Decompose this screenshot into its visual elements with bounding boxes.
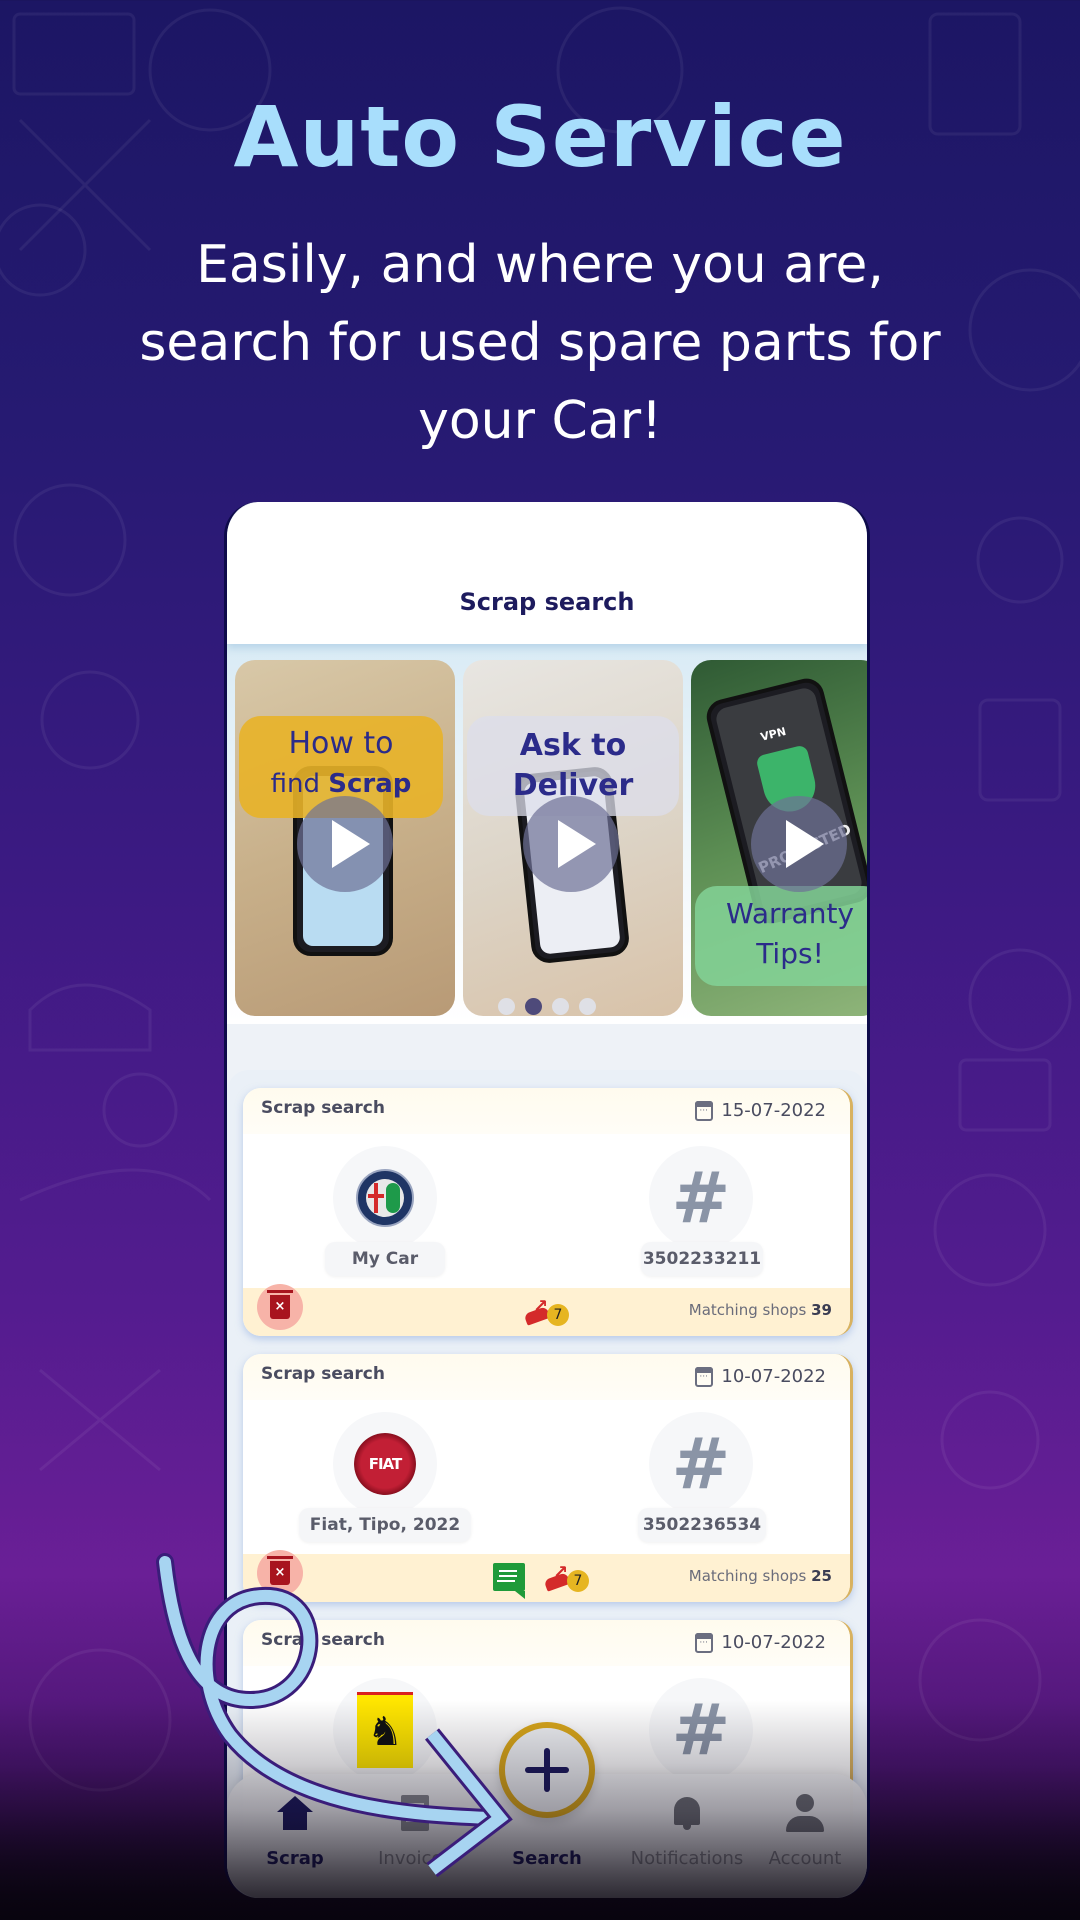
hash-icon: # — [671, 1689, 731, 1771]
play-icon[interactable] — [751, 796, 847, 892]
card-date: 10-07-2022 — [695, 1366, 826, 1387]
hash-icon: # — [671, 1157, 731, 1239]
pagination-dot-active[interactable] — [525, 998, 542, 1015]
vehicle-bubble[interactable]: FIAT — [333, 1412, 437, 1516]
page-title: Scrap search — [459, 588, 635, 616]
play-icon[interactable] — [297, 796, 393, 892]
new-search-button[interactable] — [499, 1722, 595, 1818]
matching-shops: Matching shops 25 — [689, 1567, 832, 1585]
slide-label-text: find — [270, 769, 329, 799]
message-icon[interactable] — [493, 1563, 525, 1599]
card-title: Scrap search — [261, 1364, 385, 1384]
part-number-bubble: # — [649, 1146, 753, 1250]
bell-icon — [671, 1795, 703, 1831]
trash-icon: × — [267, 1290, 293, 1319]
nav-item-scrap[interactable]: Scrap — [235, 1792, 355, 1869]
slide-label-line: Ask to — [519, 728, 627, 763]
play-icon[interactable] — [523, 796, 619, 892]
card-date: 15-07-2022 — [695, 1100, 826, 1121]
nav-item-invoices[interactable]: Invoices — [355, 1792, 475, 1869]
card-actions: ↗ 7 — [523, 1296, 569, 1326]
matching-shops: Matching shops 39 — [689, 1301, 832, 1319]
invoice-icon — [401, 1795, 429, 1831]
part-number-bubble: # — [649, 1678, 753, 1782]
part-number: 3502236534 — [638, 1508, 766, 1542]
nav-item-notifications[interactable]: Notifications — [617, 1792, 757, 1869]
nav-label: Notifications — [630, 1848, 744, 1869]
phone-mockup: Scrap search How to find Scrap Ask to De… — [224, 502, 870, 1898]
card-title: Scrap search — [261, 1630, 385, 1650]
delete-button[interactable]: × — [257, 1550, 303, 1596]
user-icon — [786, 1794, 824, 1832]
calendar-icon — [695, 1366, 714, 1387]
ferrari-logo-icon: ♞ — [357, 1692, 413, 1768]
hero-subtitle-line: your Car! — [418, 391, 662, 451]
card-header: Scrap search 10-07-2022 — [243, 1620, 850, 1666]
card-date: 10-07-2022 — [695, 1632, 826, 1653]
calendar-icon — [695, 1632, 714, 1653]
vehicle-label: My Car — [325, 1242, 445, 1276]
trash-icon: × — [267, 1556, 293, 1585]
part-number-bubble: # — [649, 1412, 753, 1516]
carousel-slide-warranty-tips[interactable]: VPN PROTECTED Warranty Tips! — [691, 660, 867, 1016]
card-actions: ↗ 7 — [493, 1562, 589, 1599]
missed-call-badge: 7 — [547, 1304, 569, 1326]
nav-label: Search — [512, 1848, 582, 1869]
matching-label: Matching shops — [688, 1567, 807, 1585]
hero-subtitle: Easily, and where you are, search for us… — [80, 226, 1000, 460]
fiat-logo-icon: FIAT — [354, 1433, 416, 1495]
matching-count: 39 — [811, 1301, 832, 1319]
carousel-slide-ask-to-deliver[interactable]: Ask to Deliver — [463, 660, 683, 1016]
date-text: 10-07-2022 — [721, 1632, 826, 1653]
part-number: 3502233211 — [641, 1242, 763, 1276]
slide-label-line: Warranty — [725, 897, 855, 930]
pagination-dot[interactable] — [552, 998, 569, 1015]
matching-label: Matching shops — [688, 1301, 807, 1319]
nav-label: Scrap — [266, 1848, 324, 1869]
hero-subtitle-line: Easily, and where you are, — [196, 235, 884, 295]
nav-label: Account — [768, 1848, 842, 1869]
pagination-dot[interactable] — [579, 998, 596, 1015]
hero-title: Auto Service — [233, 88, 847, 186]
vehicle-bubble[interactable]: ♞ — [333, 1678, 437, 1782]
hash-icon: # — [671, 1423, 731, 1505]
missed-call-icon[interactable]: ↗ 7 — [523, 1296, 569, 1326]
slide-label-line: Tips! — [756, 937, 824, 970]
missed-call-icon[interactable]: ↗ 7 — [543, 1562, 589, 1592]
video-carousel[interactable]: How to find Scrap Ask to Deliver VPN PRO… — [227, 644, 867, 1024]
carousel-slide-how-to-find-scrap[interactable]: How to find Scrap — [235, 660, 455, 1016]
pagination-dot[interactable] — [498, 998, 515, 1015]
card-footer: ↗ 7 Matching shops 39 — [243, 1288, 850, 1336]
matching-count: 25 — [811, 1567, 832, 1585]
search-card[interactable]: Scrap search 15-07-2022 My Car # 3502233… — [243, 1088, 853, 1336]
delete-button[interactable]: × — [257, 1284, 303, 1330]
slide-label: Warranty Tips! — [695, 886, 867, 986]
date-text: 15-07-2022 — [721, 1100, 826, 1121]
vehicle-label: Fiat, Tipo, 2022 — [299, 1508, 471, 1542]
slide-label-bold: Scrap — [328, 769, 412, 799]
calendar-icon — [695, 1100, 714, 1121]
home-icon — [277, 1796, 313, 1830]
date-text: 10-07-2022 — [721, 1366, 826, 1387]
missed-call-badge: 7 — [567, 1570, 589, 1592]
card-footer: ↗ 7 Matching shops 25 — [243, 1554, 850, 1602]
app-header: Scrap search — [227, 502, 867, 644]
alfa-romeo-logo-icon — [356, 1169, 414, 1227]
nav-label: Invoices — [378, 1848, 452, 1869]
hero-subtitle-line: search for used spare parts for — [139, 313, 941, 373]
vehicle-bubble[interactable] — [333, 1146, 437, 1250]
card-header: Scrap search 10-07-2022 — [243, 1354, 850, 1400]
plus-icon — [525, 1748, 569, 1792]
carousel-pagination — [227, 998, 867, 1015]
slide-label-line: How to — [288, 726, 394, 761]
search-card[interactable]: Scrap search 10-07-2022 FIAT Fiat, Tipo,… — [243, 1354, 853, 1602]
card-title: Scrap search — [261, 1098, 385, 1118]
card-header: Scrap search 15-07-2022 — [243, 1088, 850, 1134]
nav-item-account[interactable]: Account — [745, 1792, 865, 1869]
